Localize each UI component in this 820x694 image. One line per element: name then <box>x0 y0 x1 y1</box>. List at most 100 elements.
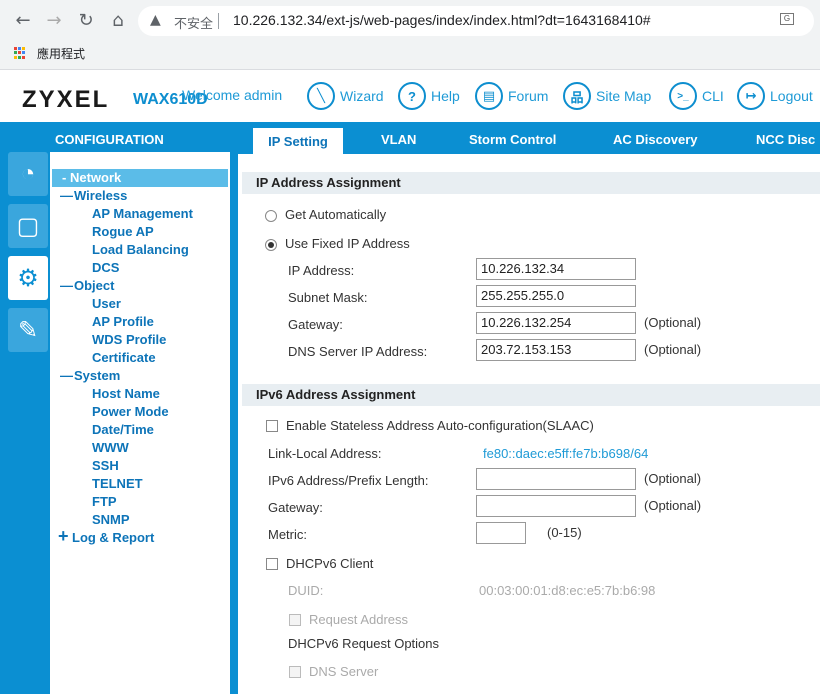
menu-item-dcs[interactable]: DCS <box>92 260 119 275</box>
metric-input[interactable] <box>476 522 526 544</box>
dhcpv6-client-checkbox[interactable] <box>266 558 278 570</box>
metric-label: Metric: <box>268 527 307 542</box>
main-content: IP Address Assignment Get Automatically … <box>242 162 820 694</box>
gateway-optional: (Optional) <box>644 315 702 330</box>
wizard-label: Wizard <box>340 88 384 104</box>
wizard-button[interactable]: ╲ Wizard <box>307 81 384 111</box>
menu-item-wireless-label: Wireless <box>74 188 128 203</box>
menu-item-system-label: System <box>74 368 121 383</box>
ip-address-input[interactable]: 10.226.132.34 <box>476 258 636 280</box>
url-text[interactable]: 10.226.132.34/ext-js/web-pages/index/ind… <box>233 12 651 28</box>
home-icon[interactable]: ⌂ <box>106 9 130 33</box>
tab-vlan[interactable]: VLAN <box>381 132 416 147</box>
ipv4-section-header: IP Address Assignment <box>242 172 820 194</box>
menu-item-wds-profile[interactable]: WDS Profile <box>92 332 166 347</box>
cli-button[interactable]: >_ CLI <box>669 81 724 111</box>
dhcpv6-client-label: DHCPv6 Client <box>286 556 374 571</box>
menu-item-host-name[interactable]: Host Name <box>92 386 160 401</box>
forward-icon[interactable]: → <box>42 9 66 33</box>
help-icon: ? <box>398 82 426 110</box>
menu-item-system[interactable]: —System <box>60 368 120 383</box>
tab-storm-control[interactable]: Storm Control <box>469 132 556 147</box>
dns-server-label: DNS Server IP Address: <box>288 344 428 359</box>
dns-server-option-label: DNS Server <box>309 664 379 679</box>
bookmark-apps-label: 應用程式 <box>37 47 86 61</box>
tools-icon[interactable]: ✎ <box>8 308 48 352</box>
menu-item-date-time[interactable]: Date/Time <box>92 422 154 437</box>
monitor-icon[interactable]: ▢ <box>8 204 48 248</box>
menu-item-object[interactable]: —Object <box>60 278 114 293</box>
apps-grid-icon <box>14 47 26 59</box>
address-bar[interactable]: ▲ 不安全 10.226.132.34/ext-js/web-pages/ind… <box>138 6 814 36</box>
reload-icon[interactable]: ↻ <box>74 9 98 33</box>
link-local-label: Link-Local Address: <box>268 446 382 461</box>
request-address-label: Request Address <box>309 612 409 627</box>
ip-address-label: IP Address: <box>288 263 355 278</box>
menu-item-network[interactable]: - Network <box>52 169 228 187</box>
duid-label: DUID: <box>288 583 324 598</box>
ipv6-gateway-optional: (Optional) <box>644 498 702 513</box>
ipv6-gateway-input[interactable] <box>476 495 636 517</box>
dns-server-input[interactable]: 203.72.153.153 <box>476 339 636 361</box>
menu-item-user[interactable]: User <box>92 296 121 311</box>
menu-item-ap-management[interactable]: AP Management <box>92 206 193 221</box>
tab-ip-setting[interactable]: IP Setting <box>253 128 343 154</box>
gateway-label: Gateway: <box>288 317 343 332</box>
site-map-label: Site Map <box>596 88 652 104</box>
menu-item-telnet[interactable]: TELNET <box>92 476 143 491</box>
translate-icon[interactable]: G <box>780 13 794 25</box>
menu-item-load-balancing[interactable]: Load Balancing <box>92 242 189 257</box>
menu-item-ftp[interactable]: FTP <box>92 494 117 509</box>
logout-icon: ↦ <box>737 82 765 110</box>
collapse-icon: — <box>60 368 73 383</box>
menu-item-log-report-label: Log & Report <box>72 530 155 545</box>
site-map-button[interactable]: 品 Site Map <box>563 81 651 111</box>
logout-label: Logout <box>770 88 813 104</box>
config-menu: - Network —Wireless AP Management Rogue … <box>50 152 230 694</box>
sidebar-title: CONFIGURATION <box>55 132 164 147</box>
dashboard-icon[interactable]: ◔ <box>8 152 48 196</box>
get-automatically-label: Get Automatically <box>285 207 387 222</box>
forum-label: Forum <box>508 88 549 104</box>
security-status[interactable]: 不安全 <box>174 13 213 32</box>
get-automatically-radio[interactable] <box>265 210 277 222</box>
menu-item-ap-profile[interactable]: AP Profile <box>92 314 154 329</box>
menu-item-network-label: Network <box>69 170 122 185</box>
sidebar-icon-column: ◔ ▢ ⚙ ✎ <box>8 152 48 360</box>
sitemap-icon: 品 <box>563 82 591 110</box>
help-label: Help <box>431 88 460 104</box>
menu-item-snmp[interactable]: SNMP <box>92 512 130 527</box>
tab-ncc-discovery[interactable]: NCC Disc <box>756 132 815 147</box>
dns-server-checkbox[interactable] <box>289 666 301 678</box>
browser-toolbar: ← → ↻ ⌂ ▲ 不安全 10.226.132.34/ext-js/web-p… <box>0 0 820 70</box>
menu-item-power-mode[interactable]: Power Mode <box>92 404 169 419</box>
help-button[interactable]: ? Help <box>398 81 460 111</box>
gear-icon[interactable]: ⚙ <box>8 256 48 300</box>
ipv6-prefix-input[interactable] <box>476 468 636 490</box>
use-fixed-ip-label: Use Fixed IP Address <box>285 236 410 251</box>
duid-value: 00:03:00:01:d8:ec:e5:7b:b6:98 <box>479 583 656 598</box>
slaac-label: Enable Stateless Address Auto-configurat… <box>286 418 594 433</box>
slaac-checkbox[interactable] <box>266 420 278 432</box>
app-header: ZYXEL WAX610D Welcome admin ╲ Wizard ? H… <box>0 70 820 122</box>
request-address-checkbox[interactable] <box>289 614 301 626</box>
menu-item-www[interactable]: WWW <box>92 440 129 455</box>
use-fixed-ip-radio[interactable] <box>265 239 277 251</box>
back-icon[interactable]: ← <box>11 9 35 33</box>
tab-ac-discovery[interactable]: AC Discovery <box>613 132 698 147</box>
logout-button[interactable]: ↦ Logout <box>737 81 813 111</box>
dns-server-optional: (Optional) <box>644 342 702 357</box>
menu-item-wireless[interactable]: —Wireless <box>60 188 127 203</box>
menu-item-rogue-ap[interactable]: Rogue AP <box>92 224 154 239</box>
menu-item-log-report[interactable]: + Log & Report <box>58 526 155 546</box>
subnet-mask-input[interactable]: 255.255.255.0 <box>476 285 636 307</box>
gateway-input[interactable]: 10.226.132.254 <box>476 312 636 334</box>
forum-icon: ▤ <box>475 82 503 110</box>
welcome-text: Welcome admin <box>182 87 283 103</box>
menu-item-ssh[interactable]: SSH <box>92 458 119 473</box>
expand-icon: + <box>58 526 69 546</box>
forum-button[interactable]: ▤ Forum <box>475 81 548 111</box>
metric-range: (0-15) <box>547 525 582 540</box>
cli-icon: >_ <box>669 82 697 110</box>
menu-item-certificate[interactable]: Certificate <box>92 350 156 365</box>
